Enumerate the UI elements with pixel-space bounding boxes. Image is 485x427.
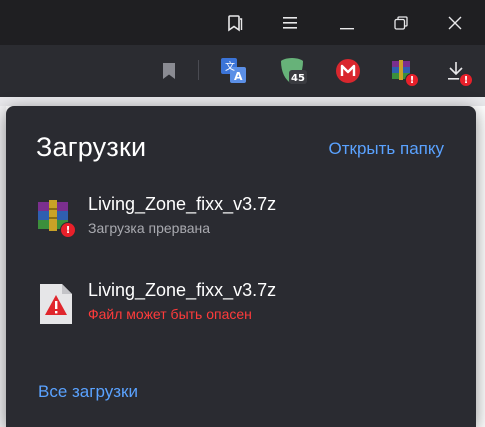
winrar-archive-icon: ! — [36, 196, 76, 240]
translate-extension-icon: 文 A — [221, 58, 246, 83]
download-filename: Living_Zone_fixx_v3.7z — [88, 194, 277, 214]
restore-icon — [394, 15, 408, 30]
menu-icon — [283, 16, 297, 29]
collections-icon — [228, 14, 243, 32]
error-badge: ! — [405, 73, 419, 87]
download-item[interactable]: Living_Zone_fixx_v3.7z Файл может быть о… — [36, 280, 456, 330]
winrar-extension-button[interactable]: ! — [386, 55, 419, 87]
download-status: Загрузка прервана — [88, 220, 211, 236]
adguard-extension-icon: 45 — [281, 58, 307, 84]
close-button[interactable] — [430, 0, 480, 45]
svg-text:45: 45 — [291, 73, 305, 84]
restore-button[interactable] — [376, 0, 426, 45]
translate-extension-button[interactable]: 文 A — [218, 55, 250, 87]
download-filename: Living_Zone_fixx_v3.7z — [88, 280, 277, 300]
toolbar-separator — [198, 60, 199, 80]
mega-extension-button[interactable] — [332, 55, 364, 87]
mega-extension-icon — [336, 59, 360, 83]
error-icon: ! — [60, 222, 76, 238]
panel-title: Загрузки — [36, 132, 147, 162]
error-badge: ! — [459, 73, 473, 87]
menu-button[interactable] — [265, 0, 315, 45]
all-downloads-link[interactable]: Все загрузки — [38, 382, 138, 402]
download-item[interactable]: ! Living_Zone_fixx_v3.7z Загрузка прерва… — [36, 194, 456, 244]
minimize-button[interactable] — [322, 0, 372, 45]
collections-button[interactable] — [210, 0, 260, 45]
minimize-icon — [340, 27, 354, 29]
open-folder-link[interactable]: Открыть папку — [329, 139, 444, 159]
svg-text:A: A — [234, 70, 243, 83]
download-warning-status: Файл может быть опасен — [88, 306, 252, 322]
downloads-panel: Загрузки Открыть папку ! Living_Zone_fix… — [6, 106, 476, 427]
downloads-button[interactable]: ! — [440, 55, 473, 87]
window-titlebar — [0, 0, 485, 45]
warning-file-icon — [36, 282, 76, 326]
bookmark-button[interactable] — [153, 55, 185, 87]
browser-toolbar: 文 A 45 ! ! — [0, 45, 485, 97]
page-content-strip — [0, 97, 485, 106]
close-icon — [448, 16, 462, 29]
bookmark-icon — [163, 63, 175, 79]
adguard-extension-button[interactable]: 45 — [276, 55, 308, 87]
